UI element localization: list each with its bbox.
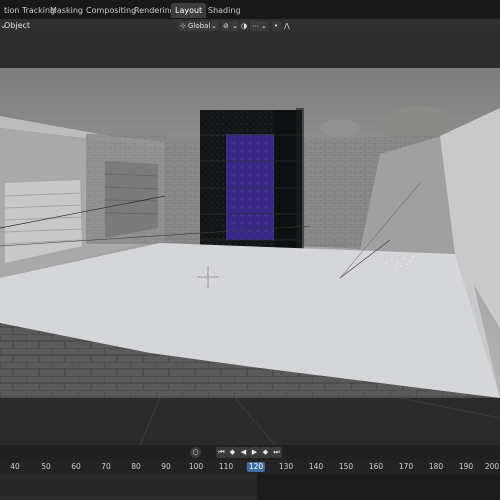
play-reverse-button[interactable]: ◀ <box>238 447 249 458</box>
object-menu[interactable]: Object <box>4 19 30 32</box>
tick-label: 150 <box>338 462 354 471</box>
out-of-range-shade <box>257 474 500 500</box>
snap-grid-icon: ⋯ <box>252 22 259 30</box>
pivot-link-icon: ⊘ <box>223 22 229 30</box>
next-keyframe-button[interactable]: ◆ <box>260 447 271 458</box>
orientation-axes-icon: ⊹ <box>180 22 186 30</box>
tick-label: 130 <box>278 462 294 471</box>
play-button[interactable]: ▶ <box>249 447 260 458</box>
tab-masking[interactable]: Masking <box>46 3 87 18</box>
transform-orientation-dropdown[interactable]: ⊹ Global ⌄ <box>178 21 218 31</box>
tick-label: 110 <box>218 462 234 471</box>
tick-label: 190 <box>458 462 474 471</box>
tick-label: 200 <box>484 462 500 471</box>
magnet-icon: ◑ <box>241 22 248 30</box>
tick-label: 180 <box>428 462 444 471</box>
chevron-down-icon: ⌄ <box>232 22 238 30</box>
chevron-down-icon: ⌄ <box>261 22 267 30</box>
tab-layout[interactable]: Layout <box>171 3 207 18</box>
snap-target-dropdown[interactable]: ⋯ ⌄ <box>250 21 268 31</box>
timeline-editor-area <box>0 397 500 446</box>
tick-label: 170 <box>398 462 414 471</box>
tick-label: 90 <box>161 462 171 471</box>
proportional-edit-toggle[interactable]: • <box>272 21 281 31</box>
tick-label: 80 <box>131 462 141 471</box>
tick-label: 160 <box>368 462 384 471</box>
transform-pivot-dropdown[interactable]: ⊘ ⌄ <box>221 21 239 31</box>
viewport-header: ⌄ Object ⊹ Global ⌄ ⊘ ⌄ ◑ ⋯ ⌄ • ⋀ <box>0 19 500 32</box>
record-button[interactable]: ○ <box>190 447 201 458</box>
snap-toggle[interactable]: ◑ <box>240 21 248 31</box>
chevron-down-icon: ⌄ <box>211 22 217 30</box>
viewport-top-empty-area <box>0 32 500 68</box>
tick-label: 50 <box>41 462 51 471</box>
tick-label: 40 <box>10 462 20 471</box>
tick-label: 70 <box>101 462 111 471</box>
tick-label: 100 <box>188 462 204 471</box>
3d-viewport[interactable] <box>0 68 500 398</box>
jump-to-end-button[interactable]: ⏭ <box>271 447 282 458</box>
viewport-scene <box>0 68 500 398</box>
falloff-icon: ⋀ <box>284 22 290 30</box>
orientation-label: Global <box>188 22 211 30</box>
jump-to-start-button[interactable]: ⏮ <box>216 447 227 458</box>
tick-label: 60 <box>71 462 81 471</box>
frame-ruler[interactable]: 40 50 60 70 80 90 100 110 120 130 140 15… <box>0 460 500 474</box>
current-frame-indicator[interactable]: 120 <box>246 462 266 472</box>
prev-keyframe-button[interactable]: ◆ <box>227 447 238 458</box>
proportional-falloff-dropdown[interactable]: ⋀ <box>283 21 295 31</box>
tab-shading[interactable]: Shading <box>204 3 245 18</box>
proportional-dot-icon: • <box>274 22 279 30</box>
workspace-tabs-bar: tion Tracking Masking Compositing Render… <box>0 0 500 19</box>
tick-label: 140 <box>308 462 324 471</box>
playback-controls-bar: ○ ⏮ ◆ ◀ ▶ ◆ ⏭ <box>0 445 500 460</box>
